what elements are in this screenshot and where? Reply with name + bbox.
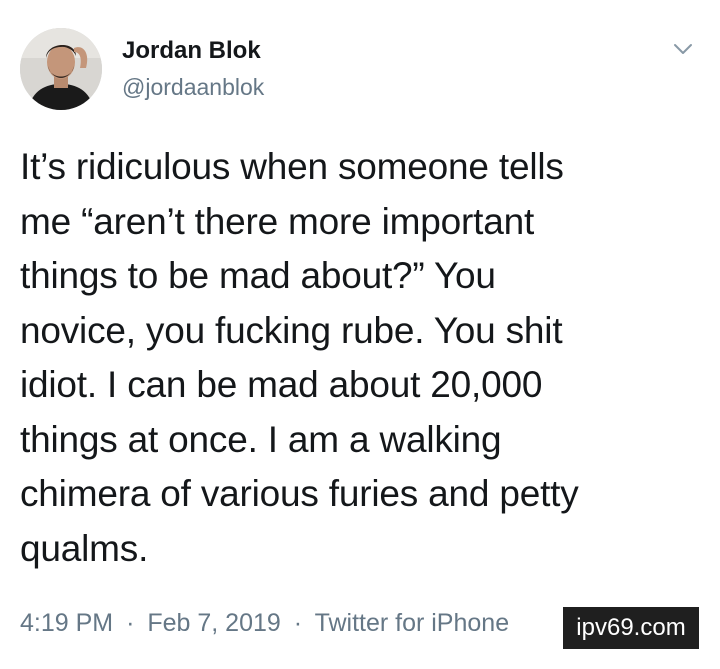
user-display-name[interactable]: Jordan Blok (122, 37, 261, 65)
avatar-image (20, 28, 102, 110)
tweet-time[interactable]: 4:19 PM (20, 609, 113, 637)
meta-separator: · (293, 609, 303, 637)
tweet-source[interactable]: Twitter for iPhone (315, 609, 510, 637)
user-handle[interactable]: @jordaanblok (122, 73, 264, 101)
avatar[interactable] (20, 28, 102, 110)
chevron-down-icon[interactable] (672, 38, 694, 60)
tweet-card: Jordan Blok @jordaanblok It’s ridiculous… (0, 0, 720, 669)
tweet-date[interactable]: Feb 7, 2019 (147, 609, 280, 637)
tweet-meta: 4:19 PM · Feb 7, 2019 · Twitter for iPho… (20, 608, 509, 638)
watermark: ipv69.com (563, 607, 699, 649)
meta-separator: · (126, 609, 135, 637)
tweet-text: It’s ridiculous when someone tells me “a… (20, 146, 579, 569)
